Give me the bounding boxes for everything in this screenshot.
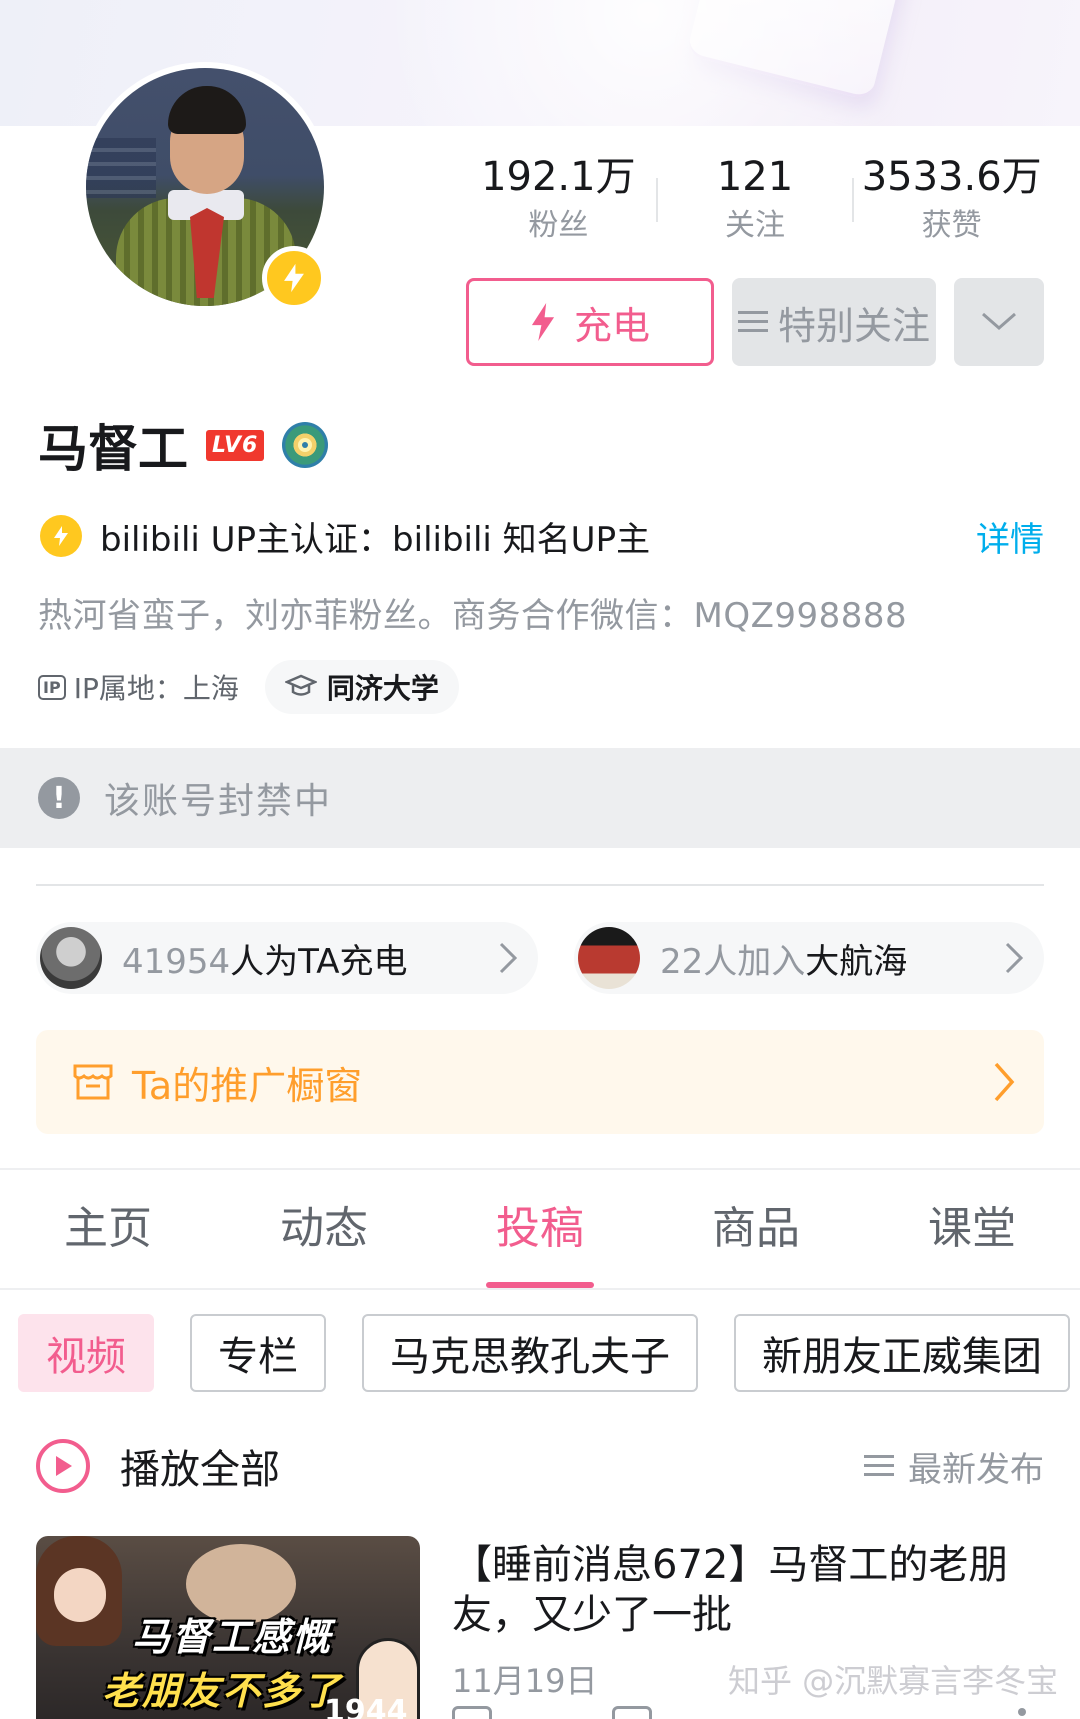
profile-tabs: 主页 动态 投稿 商品 课堂 xyxy=(0,1170,1080,1288)
chevron-right-icon xyxy=(984,940,1044,976)
tab-courses[interactable]: 课堂 xyxy=(864,1170,1080,1288)
charge-supporters-text: 41954人为TA充电 xyxy=(122,934,478,983)
play-all-row: 播放全部 最新发布 xyxy=(36,1434,1044,1498)
verified-bolt-icon xyxy=(40,515,82,557)
sort-lines-icon xyxy=(864,1455,894,1476)
chip-series-zhengwei[interactable]: 新朋友正威集团 xyxy=(734,1314,1070,1392)
storefront-icon xyxy=(73,1064,113,1100)
more-dots-icon[interactable] xyxy=(1018,1708,1026,1716)
play-count-icon xyxy=(452,1706,492,1719)
sort-label: 最新发布 xyxy=(908,1449,1044,1490)
stat-value: 121 xyxy=(716,154,794,200)
promotion-showcase[interactable]: Ta的推广橱窗 xyxy=(36,1030,1044,1134)
chip-videos[interactable]: 视频 xyxy=(18,1314,154,1392)
charge-supporters-button[interactable]: 41954人为TA充电 xyxy=(36,922,538,994)
chevron-down-icon xyxy=(982,312,1016,330)
bio: 热河省蛮子，刘亦菲粉丝。商务合作微信：MQZ998888 xyxy=(38,596,908,636)
fleet-members-text: 22人加入大航海 xyxy=(660,934,984,983)
certification-detail-link[interactable]: 详情 xyxy=(976,512,1044,561)
profile-stats: 192.1万 粉丝 121 关注 3533.6万 获赞 xyxy=(460,150,1050,260)
ip-icon: IP xyxy=(38,674,66,700)
ban-notice-bar: ! 该账号封禁中 xyxy=(0,748,1080,848)
ban-notice-text: 该账号封禁中 xyxy=(104,781,333,822)
stat-label: 粉丝 xyxy=(528,208,589,243)
chevron-right-icon xyxy=(478,940,538,976)
play-icon[interactable] xyxy=(36,1439,90,1493)
ip-location-text: IP属地：上海 xyxy=(73,672,239,705)
charge-count: 41954 xyxy=(122,941,231,982)
thumbnail-caption-1: 马督工感慨 xyxy=(132,1615,333,1659)
thumbnail-caption-2: 老朋友不多了 xyxy=(102,1669,343,1713)
tab-dynamics[interactable]: 动态 xyxy=(216,1170,432,1288)
school-name: 同济大学 xyxy=(326,672,439,705)
watermark: 知乎 @沉默寡言李冬宝 xyxy=(728,1662,1059,1700)
name-row: 马督工 LV6 xyxy=(38,410,329,480)
stat-following[interactable]: 121 关注 xyxy=(657,150,854,260)
tab-uploads[interactable]: 投稿 xyxy=(432,1170,648,1288)
medal-icon[interactable] xyxy=(282,422,329,468)
charge-label: 人为TA充电 xyxy=(230,941,408,982)
content-filter-chips: 视频 专栏 马克思教孔夫子 新朋友正威集团 xyxy=(18,1314,1070,1392)
tab-home[interactable]: 主页 xyxy=(0,1170,216,1288)
video-date: 11月19日 xyxy=(452,1662,598,1700)
school-tag[interactable]: 同济大学 xyxy=(264,660,459,714)
special-follow-label: 特别关注 xyxy=(777,303,930,348)
comment-count-icon xyxy=(612,1706,652,1719)
chip-articles[interactable]: 专栏 xyxy=(190,1314,326,1392)
lightning-icon xyxy=(531,303,555,341)
stat-divider xyxy=(656,178,658,222)
stat-label: 关注 xyxy=(725,208,785,243)
fleet-avatar xyxy=(578,927,640,989)
stat-value: 192.1万 xyxy=(481,154,636,200)
username: 马督工 xyxy=(38,420,188,478)
ip-location: IP IP属地：上海 xyxy=(38,667,239,707)
thumbnail-year: 1944 xyxy=(324,1694,408,1719)
video-stats xyxy=(452,1706,652,1719)
fleet-label-b: 大航海 xyxy=(805,941,908,982)
meta-row: IP IP属地：上海 同济大学 xyxy=(38,660,459,714)
warning-icon: ! xyxy=(38,777,80,819)
section-divider xyxy=(36,884,1044,886)
tabs-border xyxy=(0,1288,1080,1290)
charge-label: 充电 xyxy=(573,303,650,348)
fleet-members-button[interactable]: 22人加入大航海 xyxy=(574,922,1044,994)
menu-lines-icon xyxy=(737,311,768,332)
video-thumbnail[interactable]: 马督工感慨 老朋友不多了 1944 xyxy=(36,1536,420,1719)
special-follow-button[interactable]: 特别关注 xyxy=(732,278,936,366)
stat-label: 获赞 xyxy=(921,208,982,243)
fleet-label-a: 人加入 xyxy=(703,941,806,982)
play-all-button[interactable]: 播放全部 xyxy=(120,1437,864,1495)
video-title[interactable]: 【睡前消息672】马督工的老朋友，又少了一批 xyxy=(452,1540,1042,1640)
graduation-cap-icon xyxy=(284,674,317,696)
chip-series-marx-confucius[interactable]: 马克思教孔夫子 xyxy=(362,1314,698,1392)
stat-fans[interactable]: 192.1万 粉丝 xyxy=(460,150,657,260)
supporter-avatar xyxy=(40,927,102,989)
sort-dropdown[interactable]: 最新发布 xyxy=(864,1442,1044,1491)
chevron-right-icon xyxy=(964,1060,1044,1104)
tab-products[interactable]: 商品 xyxy=(648,1170,864,1288)
fleet-count: 22 xyxy=(660,941,704,982)
stat-value: 3533.6万 xyxy=(861,154,1042,200)
level-badge: LV6 xyxy=(206,429,265,461)
showcase-label: Ta的推广橱窗 xyxy=(132,1063,363,1108)
lightning-badge-icon xyxy=(262,246,326,310)
certification-text: bilibili UP主认证：bilibili 知名UP主 xyxy=(100,519,651,560)
certification-row: bilibili UP主认证：bilibili 知名UP主 详情 xyxy=(40,512,1044,560)
charge-button[interactable]: 充电 xyxy=(466,278,714,366)
stat-likes[interactable]: 3533.6万 获赞 xyxy=(853,150,1050,260)
stat-divider xyxy=(852,178,854,222)
more-options-button[interactable] xyxy=(954,278,1044,366)
